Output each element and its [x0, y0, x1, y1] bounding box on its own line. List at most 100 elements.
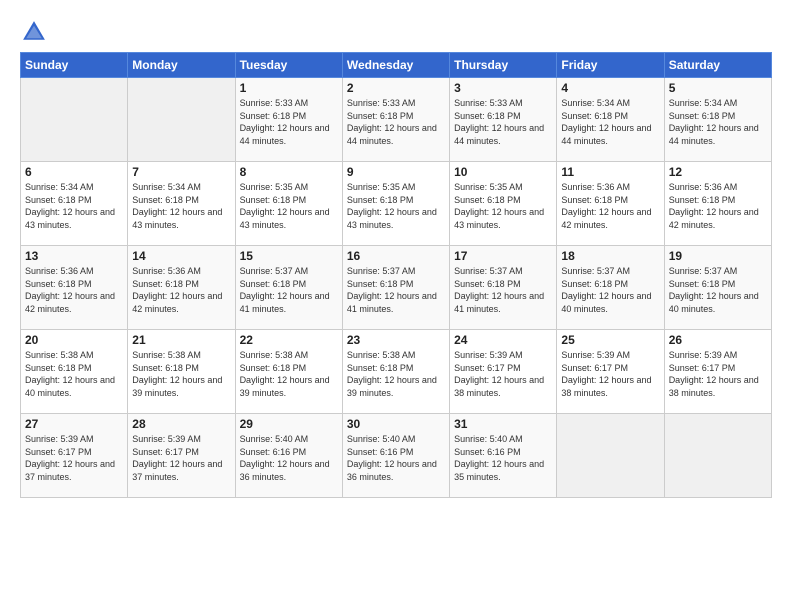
calendar-week-3: 13 Sunrise: 5:36 AM Sunset: 6:18 PM Dayli…: [21, 246, 772, 330]
calendar-cell: 11 Sunrise: 5:36 AM Sunset: 6:18 PM Dayli…: [557, 162, 664, 246]
calendar-cell: 6 Sunrise: 5:34 AM Sunset: 6:18 PM Daylig…: [21, 162, 128, 246]
calendar-week-2: 6 Sunrise: 5:34 AM Sunset: 6:18 PM Daylig…: [21, 162, 772, 246]
day-info: Sunrise: 5:38 AM Sunset: 6:18 PM Dayligh…: [25, 349, 123, 399]
day-info: Sunrise: 5:34 AM Sunset: 6:18 PM Dayligh…: [561, 97, 659, 147]
day-number: 25: [561, 333, 659, 347]
day-number: 13: [25, 249, 123, 263]
day-info: Sunrise: 5:37 AM Sunset: 6:18 PM Dayligh…: [669, 265, 767, 315]
calendar-cell: 29Sunrise: 5:40 AM Sunset: 6:16 PM Dayli…: [235, 414, 342, 498]
calendar-cell: 28 Sunrise: 5:39 AM Sunset: 6:17 PM Dayli…: [128, 414, 235, 498]
day-info: Sunrise: 5:40 AM Sunset: 6:16 PM Dayligh…: [240, 433, 338, 483]
day-info: Sunrise: 5:35 AM Sunset: 6:18 PM Dayligh…: [347, 181, 445, 231]
calendar-cell: 31 Sunrise: 5:40 AM Sunset: 6:16 PM Dayli…: [450, 414, 557, 498]
calendar-week-5: 27 Sunrise: 5:39 AM Sunset: 6:17 PM Dayli…: [21, 414, 772, 498]
calendar-table: SundayMondayTuesdayWednesdayThursdayFrid…: [20, 52, 772, 498]
day-info: Sunrise: 5:38 AM Sunset: 6:18 PM Dayligh…: [132, 349, 230, 399]
day-info: Sunrise: 5:39 AM Sunset: 6:17 PM Dayligh…: [454, 349, 552, 399]
calendar-cell: 15 Sunrise: 5:37 AM Sunset: 6:18 PM Dayli…: [235, 246, 342, 330]
day-info: Sunrise: 5:37 AM Sunset: 6:18 PM Dayligh…: [561, 265, 659, 315]
day-number: 7: [132, 165, 230, 179]
calendar-cell: 25 Sunrise: 5:39 AM Sunset: 6:17 PM Dayli…: [557, 330, 664, 414]
col-header-saturday: Saturday: [664, 53, 771, 78]
day-number: 18: [561, 249, 659, 263]
calendar-cell: 20 Sunrise: 5:38 AM Sunset: 6:18 PM Dayli…: [21, 330, 128, 414]
day-number: 9: [347, 165, 445, 179]
day-info: Sunrise: 5:39 AM Sunset: 6:17 PM Dayligh…: [669, 349, 767, 399]
calendar-cell: 19 Sunrise: 5:37 AM Sunset: 6:18 PM Dayli…: [664, 246, 771, 330]
day-number: 14: [132, 249, 230, 263]
calendar-cell: 2Sunrise: 5:33 AM Sunset: 6:18 PM Daylig…: [342, 78, 449, 162]
day-number: 17: [454, 249, 552, 263]
calendar-week-1: 1Sunrise: 5:33 AM Sunset: 6:18 PM Daylig…: [21, 78, 772, 162]
day-info: Sunrise: 5:35 AM Sunset: 6:18 PM Dayligh…: [454, 181, 552, 231]
calendar-cell: [21, 78, 128, 162]
calendar-cell: 13 Sunrise: 5:36 AM Sunset: 6:18 PM Dayli…: [21, 246, 128, 330]
day-number: 23: [347, 333, 445, 347]
day-number: 2: [347, 81, 445, 95]
calendar-cell: 24 Sunrise: 5:39 AM Sunset: 6:17 PM Dayli…: [450, 330, 557, 414]
day-number: 10: [454, 165, 552, 179]
day-number: 15: [240, 249, 338, 263]
calendar-cell: 12 Sunrise: 5:36 AM Sunset: 6:18 PM Dayli…: [664, 162, 771, 246]
day-number: 19: [669, 249, 767, 263]
day-info: Sunrise: 5:39 AM Sunset: 6:17 PM Dayligh…: [25, 433, 123, 483]
day-number: 6: [25, 165, 123, 179]
calendar-cell: 7 Sunrise: 5:34 AM Sunset: 6:18 PM Daylig…: [128, 162, 235, 246]
day-number: 20: [25, 333, 123, 347]
day-info: Sunrise: 5:40 AM Sunset: 6:16 PM Dayligh…: [347, 433, 445, 483]
day-number: 4: [561, 81, 659, 95]
calendar-cell: 23 Sunrise: 5:38 AM Sunset: 6:18 PM Dayli…: [342, 330, 449, 414]
calendar-cell: 14Sunrise: 5:36 AM Sunset: 6:18 PM Dayli…: [128, 246, 235, 330]
day-info: Sunrise: 5:37 AM Sunset: 6:18 PM Dayligh…: [347, 265, 445, 315]
day-info: Sunrise: 5:34 AM Sunset: 6:18 PM Dayligh…: [25, 181, 123, 231]
col-header-friday: Friday: [557, 53, 664, 78]
day-number: 30: [347, 417, 445, 431]
day-info: Sunrise: 5:39 AM Sunset: 6:17 PM Dayligh…: [561, 349, 659, 399]
day-info: Sunrise: 5:38 AM Sunset: 6:18 PM Dayligh…: [347, 349, 445, 399]
calendar-cell: 1Sunrise: 5:33 AM Sunset: 6:18 PM Daylig…: [235, 78, 342, 162]
calendar-cell: 5 Sunrise: 5:34 AM Sunset: 6:18 PM Daylig…: [664, 78, 771, 162]
day-number: 8: [240, 165, 338, 179]
calendar-cell: 8 Sunrise: 5:35 AM Sunset: 6:18 PM Daylig…: [235, 162, 342, 246]
day-info: Sunrise: 5:37 AM Sunset: 6:18 PM Dayligh…: [240, 265, 338, 315]
day-number: 27: [25, 417, 123, 431]
day-number: 31: [454, 417, 552, 431]
day-number: 16: [347, 249, 445, 263]
calendar-cell: [664, 414, 771, 498]
calendar-cell: 3 Sunrise: 5:33 AM Sunset: 6:18 PM Daylig…: [450, 78, 557, 162]
day-info: Sunrise: 5:40 AM Sunset: 6:16 PM Dayligh…: [454, 433, 552, 483]
day-number: 5: [669, 81, 767, 95]
day-info: Sunrise: 5:33 AM Sunset: 6:18 PM Dayligh…: [240, 97, 338, 147]
calendar-cell: 27 Sunrise: 5:39 AM Sunset: 6:17 PM Dayli…: [21, 414, 128, 498]
day-info: Sunrise: 5:36 AM Sunset: 6:18 PM Dayligh…: [669, 181, 767, 231]
day-info: Sunrise: 5:33 AM Sunset: 6:18 PM Dayligh…: [454, 97, 552, 147]
calendar-page: SundayMondayTuesdayWednesdayThursdayFrid…: [0, 0, 792, 612]
calendar-cell: [557, 414, 664, 498]
day-info: Sunrise: 5:35 AM Sunset: 6:18 PM Dayligh…: [240, 181, 338, 231]
calendar-cell: 10 Sunrise: 5:35 AM Sunset: 6:18 PM Dayli…: [450, 162, 557, 246]
calendar-header-row: SundayMondayTuesdayWednesdayThursdayFrid…: [21, 53, 772, 78]
logo: [20, 18, 52, 46]
calendar-cell: 9 Sunrise: 5:35 AM Sunset: 6:18 PM Daylig…: [342, 162, 449, 246]
day-info: Sunrise: 5:37 AM Sunset: 6:18 PM Dayligh…: [454, 265, 552, 315]
col-header-thursday: Thursday: [450, 53, 557, 78]
calendar-cell: 17 Sunrise: 5:37 AM Sunset: 6:18 PM Dayli…: [450, 246, 557, 330]
logo-icon: [20, 18, 48, 46]
day-info: Sunrise: 5:36 AM Sunset: 6:18 PM Dayligh…: [561, 181, 659, 231]
calendar-cell: 16 Sunrise: 5:37 AM Sunset: 6:18 PM Dayli…: [342, 246, 449, 330]
day-info: Sunrise: 5:34 AM Sunset: 6:18 PM Dayligh…: [132, 181, 230, 231]
day-number: 3: [454, 81, 552, 95]
day-number: 12: [669, 165, 767, 179]
col-header-sunday: Sunday: [21, 53, 128, 78]
calendar-cell: 22Sunrise: 5:38 AM Sunset: 6:18 PM Dayli…: [235, 330, 342, 414]
calendar-cell: 26Sunrise: 5:39 AM Sunset: 6:17 PM Dayli…: [664, 330, 771, 414]
calendar-cell: [128, 78, 235, 162]
day-number: 28: [132, 417, 230, 431]
day-info: Sunrise: 5:39 AM Sunset: 6:17 PM Dayligh…: [132, 433, 230, 483]
col-header-monday: Monday: [128, 53, 235, 78]
calendar-cell: 30 Sunrise: 5:40 AM Sunset: 6:16 PM Dayli…: [342, 414, 449, 498]
day-info: Sunrise: 5:34 AM Sunset: 6:18 PM Dayligh…: [669, 97, 767, 147]
day-number: 11: [561, 165, 659, 179]
day-info: Sunrise: 5:36 AM Sunset: 6:18 PM Dayligh…: [25, 265, 123, 315]
day-number: 24: [454, 333, 552, 347]
